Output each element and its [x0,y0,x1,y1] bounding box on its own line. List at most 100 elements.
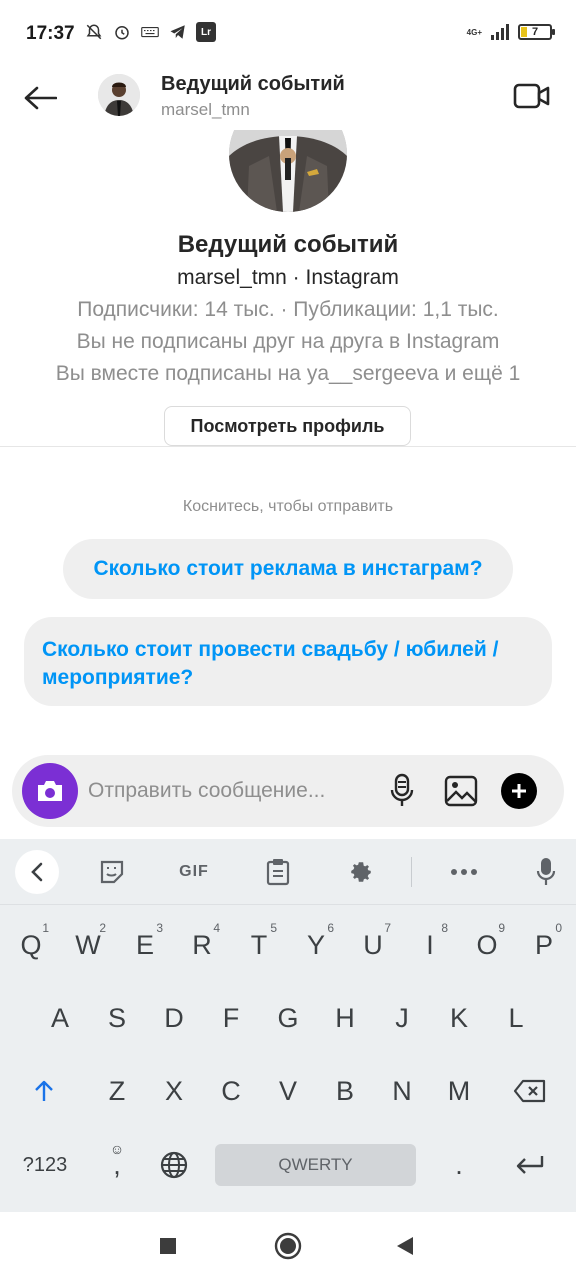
key-q[interactable]: Q1 [5,917,57,973]
key-g[interactable]: G [262,990,314,1046]
battery-icon: 7 [518,24,555,40]
period-key[interactable]: . [433,1137,485,1193]
emoji-comma-key[interactable]: ☺ , [91,1137,143,1193]
more-horizontal-icon [451,869,477,875]
back-nav-button[interactable] [389,1230,421,1262]
key-m[interactable]: M [433,1063,485,1119]
key-w[interactable]: W2 [62,917,114,973]
key-label: O [476,929,498,960]
profile-name: Ведущий событий [177,231,399,258]
network-type: 4G+ [466,27,482,37]
keyboard-toolbar: GIF [0,839,576,905]
camera-button[interactable] [22,763,78,819]
suggestion-chip[interactable]: Сколько стоит провести свадьбу / юбилей … [24,617,552,706]
view-profile-button[interactable]: Посмотреть профиль [164,406,411,446]
key-o[interactable]: O9 [461,917,513,973]
recents-button[interactable] [152,1230,184,1262]
key-x[interactable]: X [148,1063,200,1119]
more-tools-button[interactable] [448,857,480,887]
keyboard-settings-button[interactable] [345,857,377,887]
circle-icon [274,1232,302,1260]
backspace-key[interactable] [504,1063,556,1119]
sticker-icon [100,860,124,884]
key-c[interactable]: C [205,1063,257,1119]
key-e[interactable]: E3 [119,917,171,973]
toolbar-divider [411,857,412,887]
profile-mutual-follows: Вы вместе подписаны на ya__sergeeva и ещ… [55,362,521,385]
clipboard-icon [266,859,290,886]
key-z[interactable]: Z [91,1063,143,1119]
shift-key[interactable] [18,1063,70,1119]
lightroom-icon: Lr [196,22,216,42]
key-label: W [75,929,101,960]
key-a[interactable]: A [34,990,86,1046]
key-j[interactable]: J [376,990,428,1046]
voice-message-button[interactable] [384,771,420,811]
video-camera-icon [513,83,550,109]
gif-button[interactable]: GIF [174,857,214,887]
key-label: P [534,929,553,960]
language-key[interactable] [148,1137,200,1193]
key-u[interactable]: U7 [347,917,399,973]
arrow-left-icon [24,86,57,110]
key-hint: 5 [270,921,277,935]
status-left-icons: Lr [84,22,216,42]
enter-icon [516,1156,544,1174]
key-k[interactable]: K [433,990,485,1046]
key-p[interactable]: P0 [518,917,570,973]
microphone-icon [390,773,414,806]
space-bar[interactable]: QWERTY [215,1144,416,1186]
message-input[interactable] [88,773,378,809]
key-hint: 2 [99,921,106,935]
home-button[interactable] [272,1230,304,1262]
key-label: Y [306,929,325,960]
symbols-key[interactable]: ?123 [17,1137,73,1193]
backspace-icon [513,1079,546,1103]
voice-typing-button[interactable] [530,857,562,887]
header-username[interactable]: marsel_tmn [161,100,250,120]
key-l[interactable]: L [490,990,542,1046]
key-d[interactable]: D [148,990,200,1046]
key-f[interactable]: F [205,990,257,1046]
system-nav-bar [0,1212,576,1280]
camera-icon [38,781,62,801]
microphone-icon [536,858,556,885]
key-i[interactable]: I8 [404,917,456,973]
sticker-button[interactable] [96,857,128,887]
profile-stats: Подписчики: 14 тыс. · Публикации: 1,1 ты… [77,298,499,321]
key-hint: 8 [441,921,448,935]
enter-key[interactable] [504,1137,556,1193]
globe-icon [160,1151,188,1179]
profile-card: Ведущий событий marsel_tmn · Instagram П… [0,130,576,447]
key-n[interactable]: N [376,1063,428,1119]
plus-icon [512,784,526,798]
key-label: T [250,929,268,960]
key-hint: 3 [156,921,163,935]
key-label: U [363,929,383,960]
key-hint: 1 [42,921,49,935]
gallery-button[interactable] [442,771,480,811]
mute-icon [84,22,104,42]
suggestion-chip[interactable]: Сколько стоит реклама в инстаграм? [63,539,513,599]
battery-level: 7 [531,26,539,38]
profile-avatar[interactable] [229,130,347,212]
key-label: R [192,929,212,960]
keyboard-collapse-button[interactable] [15,850,59,894]
back-button[interactable] [20,80,60,116]
key-h[interactable]: H [319,990,371,1046]
key-s[interactable]: S [91,990,143,1046]
video-call-button[interactable] [512,78,552,114]
status-time: 17:37 [26,23,75,44]
key-t[interactable]: T5 [233,917,285,973]
key-label: I [426,929,434,960]
alarm-icon [112,22,132,42]
chat-header: Ведущий событий marsel_tmn [0,66,576,130]
header-name[interactable]: Ведущий событий [161,73,345,96]
key-v[interactable]: V [262,1063,314,1119]
more-options-button[interactable] [501,773,537,809]
key-r[interactable]: R4 [176,917,228,973]
header-avatar[interactable] [98,74,140,116]
key-y[interactable]: Y6 [290,917,342,973]
clipboard-button[interactable] [262,857,294,887]
key-b[interactable]: B [319,1063,371,1119]
